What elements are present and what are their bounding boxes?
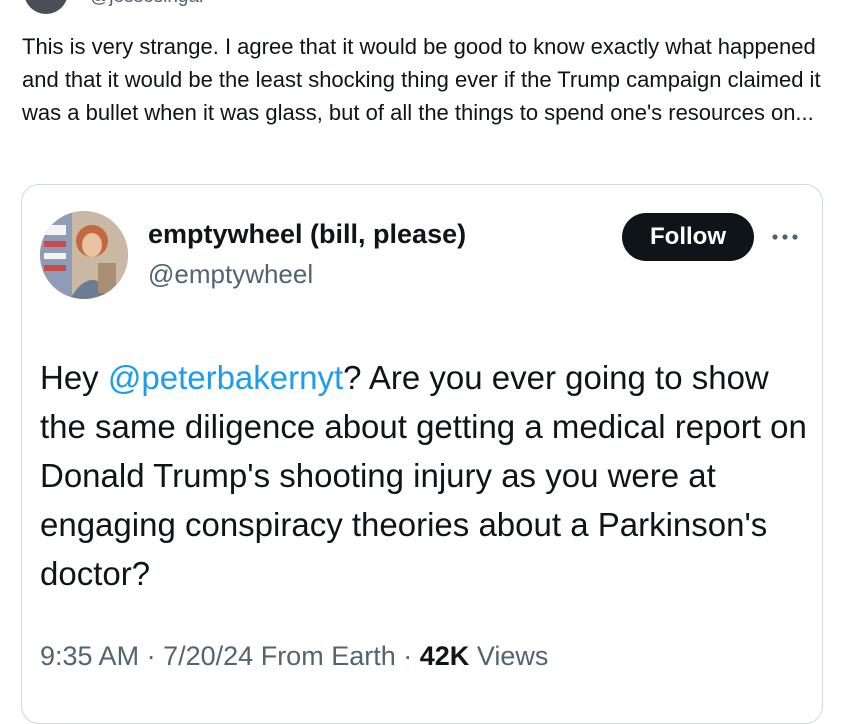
post-text: This is very strange. I agree that it wo… xyxy=(22,34,821,125)
meta-separator: · xyxy=(146,641,156,671)
tweet-time[interactable]: 9:35 AM xyxy=(40,641,139,671)
quoted-tweet-card[interactable]: emptywheel (bill, please) @emptywheel Fo… xyxy=(21,184,823,724)
quoted-text-start: Hey xyxy=(40,359,108,396)
quoted-text: Hey @peterbakernyt? Are you ever going t… xyxy=(40,353,812,598)
views-count[interactable]: 42K xyxy=(420,641,470,671)
tweet-source: From Earth xyxy=(260,641,396,671)
quoted-display-name[interactable]: emptywheel (bill, please) xyxy=(148,219,466,250)
follow-button[interactable]: Follow xyxy=(622,213,754,261)
tweet-metadata: 9:35 AM · 7/20/24 From Earth · 42K Views xyxy=(40,641,548,672)
views-label[interactable]: Views xyxy=(477,641,549,671)
avatar-photo-icon xyxy=(40,211,128,299)
more-options-button[interactable] xyxy=(768,225,802,249)
tweet-date[interactable]: 7/20/24 xyxy=(163,641,253,671)
mention-link[interactable]: @peterbakernyt xyxy=(108,359,343,396)
quoted-avatar[interactable] xyxy=(40,211,128,299)
quoted-handle[interactable]: @emptywheel xyxy=(148,259,313,290)
author-handle[interactable]: @jessesingal xyxy=(90,0,203,8)
author-avatar[interactable] xyxy=(24,0,68,14)
ellipsis-icon xyxy=(772,234,798,240)
meta-separator: · xyxy=(403,641,413,671)
